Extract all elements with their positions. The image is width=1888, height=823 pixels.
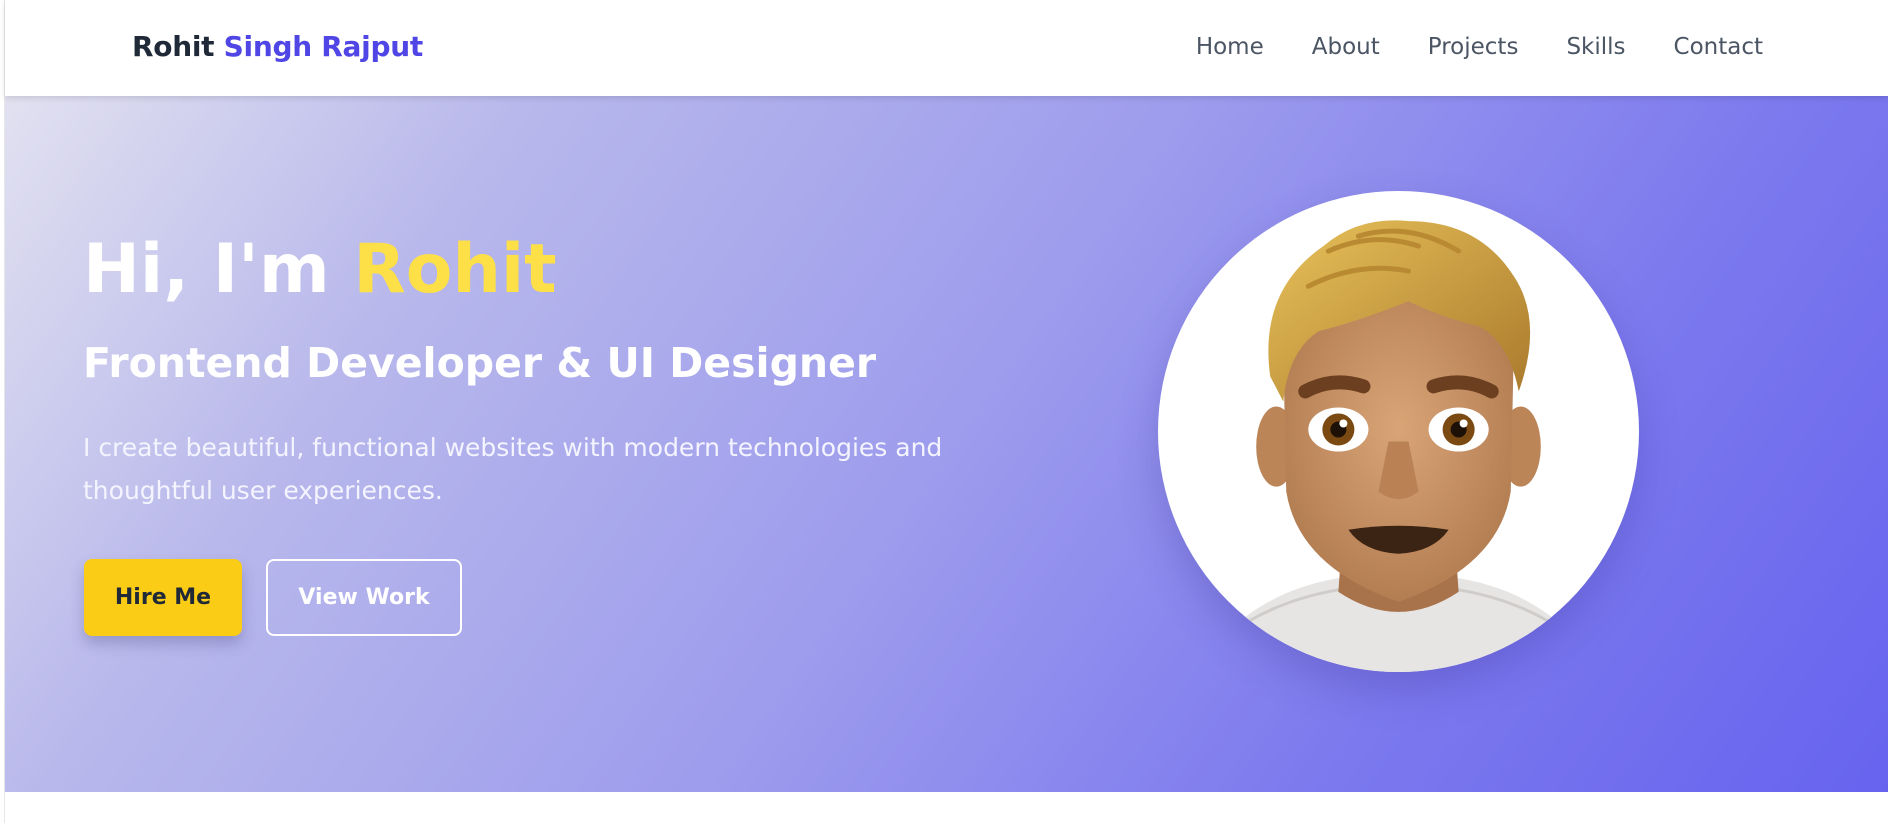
- nav-link-skills[interactable]: Skills: [1566, 34, 1625, 60]
- navbar: Rohit Singh Rajput Home About Projects S…: [5, 0, 1888, 96]
- brand-last-name: Singh Rajput: [223, 30, 424, 63]
- brand-first-name: Rohit: [132, 30, 215, 63]
- hero-name: Rohit: [353, 230, 557, 309]
- brand-logo[interactable]: Rohit Singh Rajput: [132, 30, 423, 63]
- nav-link-contact[interactable]: Contact: [1674, 34, 1763, 60]
- hero-section: Hi, I'm Rohit Frontend Developer & UI De…: [5, 96, 1888, 792]
- main-nav: Home About Projects Skills Contact: [1196, 34, 1763, 60]
- hero-greeting: Hi, I'm: [83, 230, 354, 309]
- hire-me-button[interactable]: Hire Me: [84, 559, 242, 636]
- hero-title: Hi, I'm Rohit: [83, 230, 557, 309]
- nav-link-about[interactable]: About: [1312, 34, 1380, 60]
- hero-description: I create beautiful, functional websites …: [83, 433, 943, 505]
- nav-link-home[interactable]: Home: [1196, 34, 1264, 60]
- hero-subtitle: Frontend Developer & UI Designer: [83, 339, 877, 387]
- page: Rohit Singh Rajput Home About Projects S…: [4, 0, 1888, 823]
- person-avatar-icon: [1217, 220, 1580, 672]
- view-work-button[interactable]: View Work: [266, 559, 462, 636]
- avatar: [1158, 191, 1639, 672]
- nav-link-projects[interactable]: Projects: [1428, 34, 1519, 60]
